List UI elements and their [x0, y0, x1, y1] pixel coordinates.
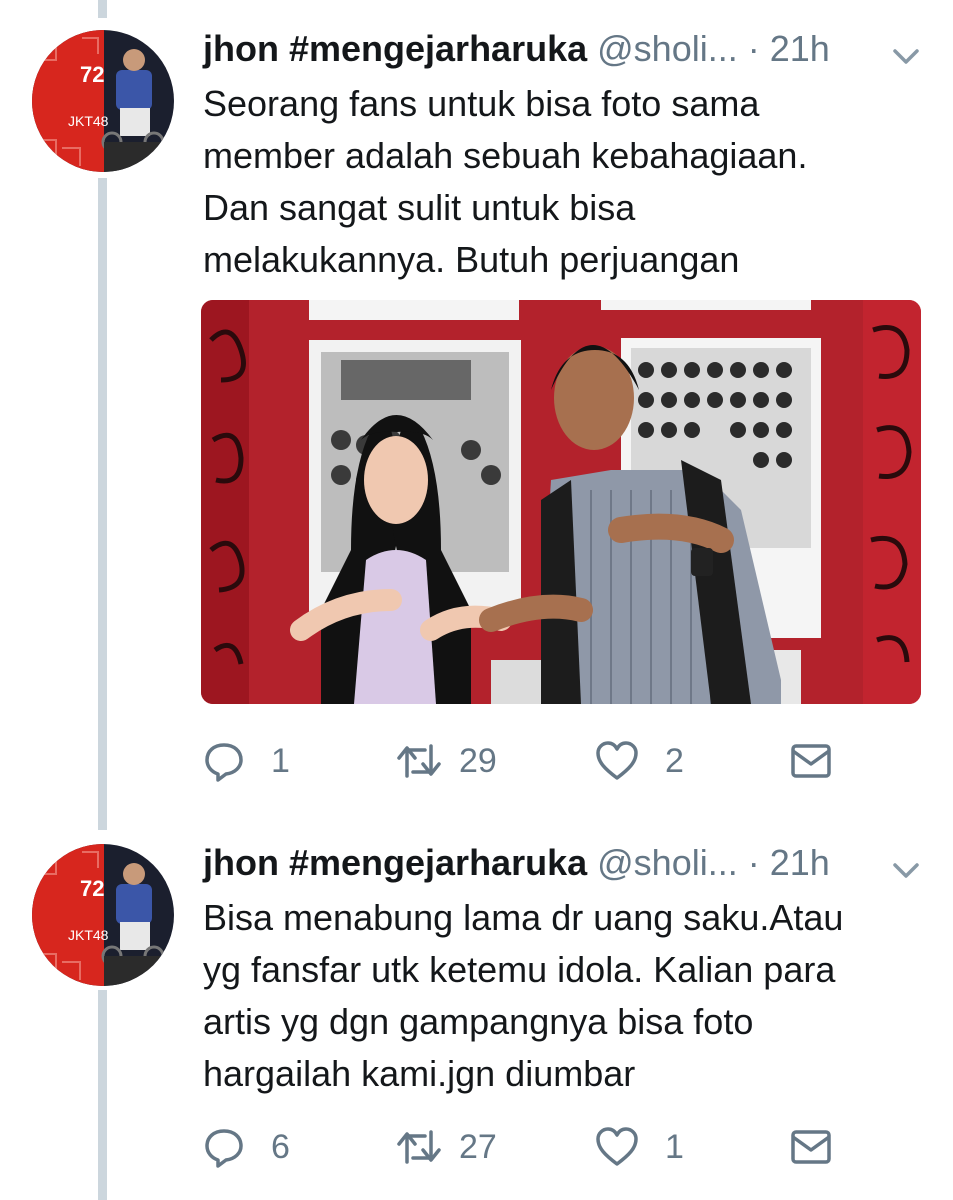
retweet-count: 29 — [459, 741, 497, 780]
retweet-button[interactable]: 29 — [395, 736, 497, 786]
tweet-text: Bisa menabung lama dr uang saku.Atau yg … — [203, 892, 923, 1100]
reply-count: 1 — [271, 741, 290, 780]
retweet-button[interactable]: 27 — [395, 1122, 497, 1172]
tweet-text-line: Seorang fans untuk bisa foto sama — [203, 83, 760, 124]
tweet-text-line: member adalah sebuah kebahagiaan. — [203, 135, 808, 176]
reply-icon — [203, 1126, 245, 1168]
like-count: 2 — [665, 741, 684, 780]
reply-count: 6 — [271, 1127, 290, 1166]
tweet-header: jhon #mengejarharuka @sholi... · 21h — [203, 838, 923, 888]
heart-icon — [595, 1126, 639, 1168]
author-handle[interactable]: @sholi... — [597, 842, 738, 883]
author-handle[interactable]: @sholi... — [597, 28, 738, 69]
avatar[interactable]: 72 JKT48 — [32, 30, 174, 172]
reply-button[interactable]: 1 — [203, 736, 290, 786]
reply-button[interactable]: 6 — [203, 1122, 290, 1172]
tweet-actions: 6 27 1 — [203, 1122, 923, 1172]
chevron-down-icon[interactable] — [889, 34, 923, 64]
direct-message-icon — [789, 741, 833, 781]
tweet-text-line: Bisa menabung lama dr uang saku.Atau — [203, 897, 844, 938]
direct-message-icon — [789, 1127, 833, 1167]
tweet-text: Seorang fans untuk bisa foto sama member… — [203, 78, 923, 286]
like-button[interactable]: 1 — [595, 1122, 684, 1172]
tweet-text-line: Dan sangat sulit untuk bisa — [203, 187, 636, 228]
direct-message-button[interactable] — [789, 1122, 833, 1172]
separator-dot: · — [747, 28, 760, 69]
tweet-header: jhon #mengejarharuka @sholi... · 21h — [203, 24, 923, 74]
tweet-text-line: hargailah kami.jgn diumbar — [203, 1053, 636, 1094]
tweet-text-line: melakukannya. Butuh perjuangan — [203, 239, 740, 280]
timestamp[interactable]: 21h — [770, 28, 830, 69]
thread-connector-line — [98, 178, 107, 830]
avatar-number-text: 72 — [80, 876, 104, 901]
tweet-text-line: yg fansfar utk ketemu idola. Kalian para — [203, 949, 836, 990]
like-button[interactable]: 2 — [595, 736, 684, 786]
avatar[interactable]: 72 JKT48 — [32, 844, 174, 986]
direct-message-button[interactable] — [789, 736, 833, 786]
author-name[interactable]: jhon #mengejarharuka — [203, 28, 587, 69]
tweet-text-line: artis yg dgn gampangnya bisa foto — [203, 1001, 754, 1042]
separator-dot: · — [747, 842, 760, 883]
author-name[interactable]: jhon #mengejarharuka — [203, 842, 587, 883]
avatar-group-text: JKT48 — [68, 113, 109, 129]
avatar-number-text: 72 — [80, 62, 104, 87]
reply-icon — [203, 740, 245, 782]
retweet-icon — [395, 740, 443, 782]
retweet-icon — [395, 1126, 443, 1168]
thread-connector-line — [98, 990, 107, 1200]
thread-connector-line — [98, 0, 107, 18]
tweet-photo[interactable] — [201, 300, 921, 704]
retweet-count: 27 — [459, 1127, 497, 1166]
chevron-down-icon[interactable] — [889, 848, 923, 878]
avatar-group-text: JKT48 — [68, 927, 109, 943]
like-count: 1 — [665, 1127, 684, 1166]
timestamp[interactable]: 21h — [770, 842, 830, 883]
tweet-actions: 1 29 2 — [203, 736, 923, 786]
heart-icon — [595, 740, 639, 782]
